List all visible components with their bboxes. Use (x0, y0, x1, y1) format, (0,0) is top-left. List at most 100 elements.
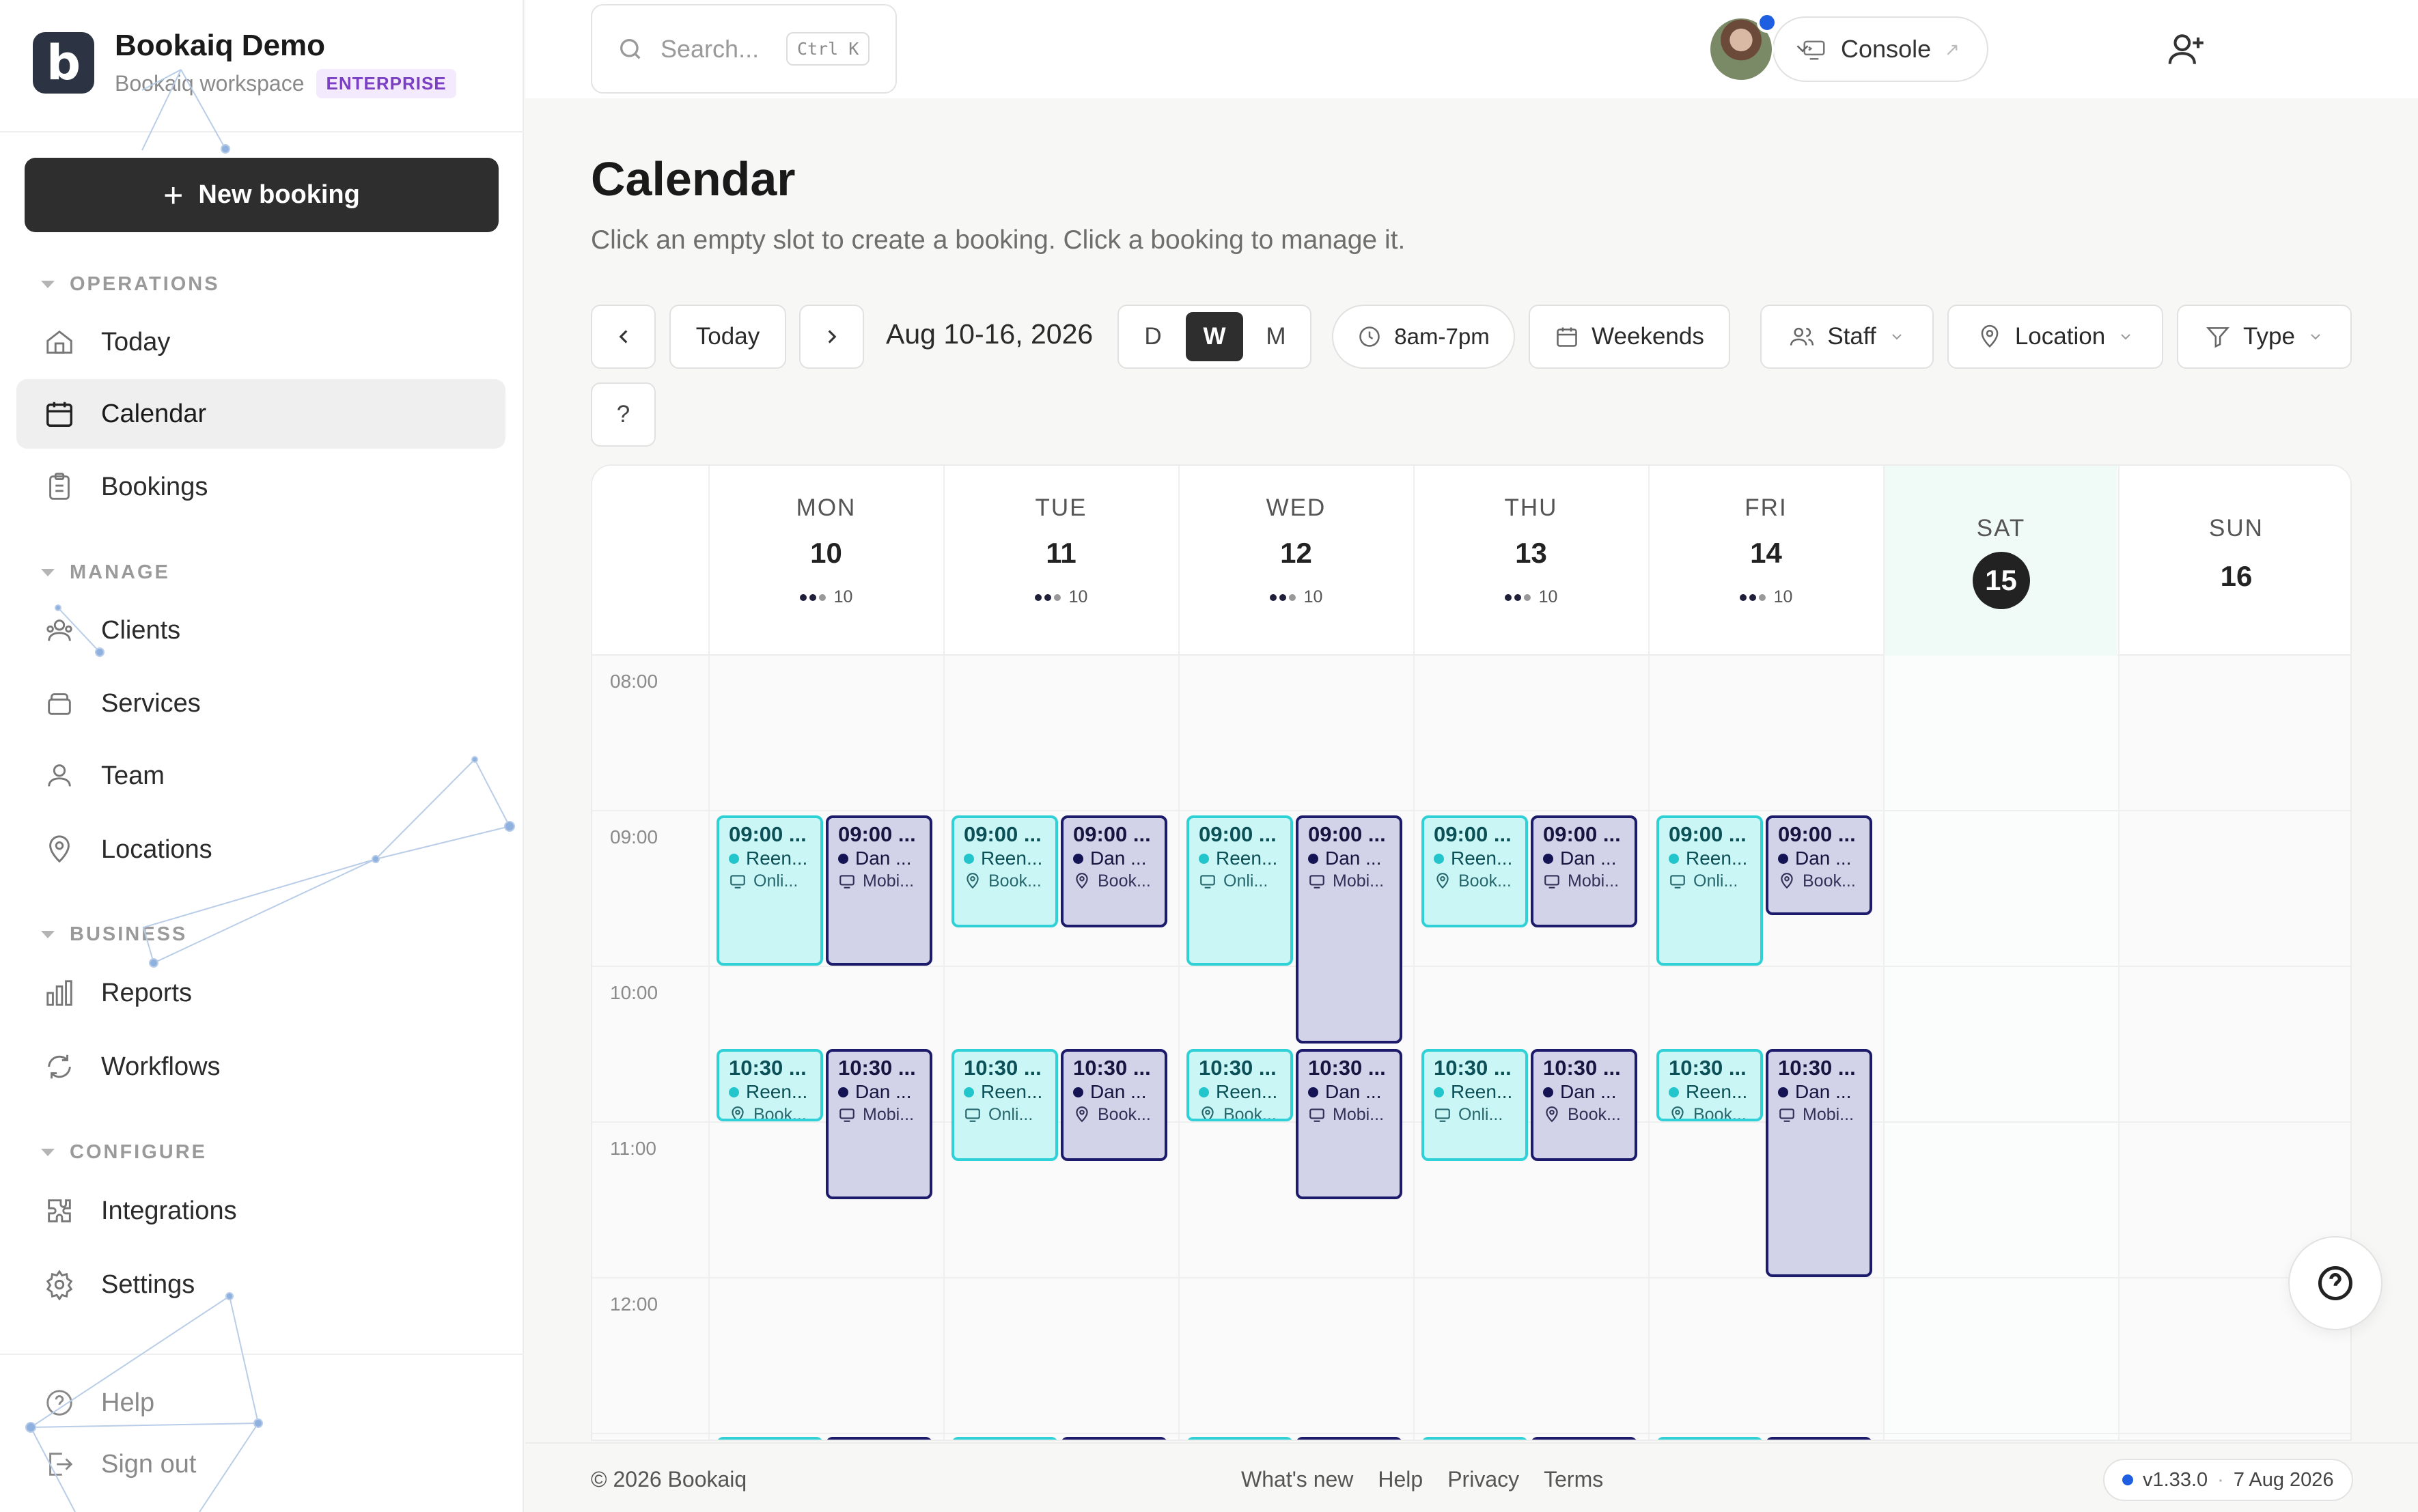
sidebar-item-services[interactable]: Services (16, 669, 505, 738)
search-input[interactable] (661, 34, 770, 64)
chevron-down-icon[interactable] (1792, 38, 1813, 59)
booking-event[interactable]: 10:30 ... Reen... Onli... (951, 1049, 1058, 1161)
booking-event[interactable]: 09:00 ... Dan ... Mobi... (826, 815, 932, 966)
chevron-down-icon (41, 1149, 55, 1156)
sidebar-item-reports[interactable]: Reports (16, 958, 505, 1028)
booking-event[interactable]: 10:30 ... Reen... Book... (717, 1049, 823, 1121)
booking-event[interactable]: 10:30 ... Reen... Onli... (1421, 1049, 1528, 1161)
weekends-toggle[interactable]: Weekends (1529, 305, 1730, 369)
help-fab-button[interactable] (2288, 1236, 2382, 1330)
booking-location: Onli... (729, 870, 811, 892)
prev-week-button[interactable] (591, 305, 656, 369)
sidebar-item-integrations[interactable]: Integrations (16, 1176, 505, 1246)
booking-event[interactable]: 09:00 ... Reen... Book... (951, 815, 1058, 927)
day-header-thu[interactable]: THU 13 10 (1413, 466, 1648, 656)
users-icon (46, 619, 72, 641)
sidebar-item-bookings[interactable]: Bookings (16, 452, 505, 522)
new-booking-button[interactable]: + New booking (25, 158, 499, 232)
plus-icon: + (163, 176, 184, 214)
booking-event[interactable] (1296, 1437, 1402, 1440)
help-link[interactable]: Help (1378, 1467, 1423, 1492)
view-week-button[interactable]: W (1186, 312, 1243, 361)
booking-event[interactable]: 09:00 ... Reen... Book... (1421, 815, 1528, 927)
booking-event[interactable]: 10:30 ... Reen... Book... (1656, 1049, 1763, 1121)
chevron-down-icon (2311, 334, 2320, 340)
booking-event[interactable] (826, 1437, 932, 1440)
calendar-header: MON 10 10 TUE 11 10 WED 12 10 THU 13 10 … (592, 466, 2350, 656)
section-operations[interactable]: OPERATIONS (41, 273, 220, 296)
sidebar-item-workflows[interactable]: Workflows (16, 1032, 505, 1102)
booking-event[interactable]: 10:30 ... Dan ... Mobi... (1766, 1049, 1872, 1277)
booking-event[interactable]: 09:00 ... Reen... Onli... (717, 815, 823, 966)
top-bar: Ctrl K Console ↗ (525, 0, 2418, 98)
team-icon (48, 764, 71, 787)
hour-row[interactable]: 08:00 (592, 656, 2350, 811)
booking-client: Dan ... (1308, 1080, 1390, 1104)
sidebar-item-clients[interactable]: Clients (16, 596, 505, 665)
sidebar-item-sign-out[interactable]: Sign out (16, 1430, 505, 1498)
booking-event[interactable] (1531, 1437, 1637, 1440)
view-month-button[interactable]: M (1247, 312, 1305, 361)
booking-event[interactable]: 10:30 ... Dan ... Mobi... (826, 1049, 932, 1199)
booking-event[interactable] (1766, 1437, 1872, 1440)
booking-event[interactable]: 10:30 ... Dan ... Mobi... (1296, 1049, 1402, 1199)
booking-event[interactable]: 10:30 ... Dan ... Book... (1531, 1049, 1637, 1161)
bar-chart-icon (46, 980, 72, 1006)
view-day-button[interactable]: D (1124, 312, 1182, 361)
map-pin-icon (967, 873, 979, 889)
sidebar-item-today[interactable]: Today (16, 307, 505, 377)
map-pin-icon (1781, 873, 1793, 889)
booking-event[interactable] (1656, 1437, 1763, 1440)
day-header-fri[interactable]: FRI 14 10 (1648, 466, 1882, 656)
external-link-icon: ↗ (1945, 38, 1960, 59)
booking-event[interactable] (951, 1437, 1058, 1440)
booking-event[interactable]: 09:00 ... Dan ... Mobi... (1296, 815, 1402, 1044)
monitor-icon (965, 1108, 980, 1122)
help-shortcuts-button[interactable]: ? (591, 382, 656, 447)
location-filter[interactable]: Location (1947, 305, 2163, 369)
booking-event[interactable]: 10:30 ... Dan ... Book... (1061, 1049, 1167, 1161)
booking-location: Book... (1199, 1104, 1281, 1119)
sidebar-item-team[interactable]: Team (16, 741, 505, 811)
map-pin-icon (1981, 324, 1999, 348)
hour-row[interactable]: 12:00 (592, 1278, 2350, 1434)
type-filter[interactable]: Type (2177, 305, 2352, 369)
monitor-icon (1544, 875, 1559, 888)
booking-event[interactable] (1061, 1437, 1167, 1440)
day-header-sat[interactable]: SAT 15 (1883, 466, 2117, 656)
booking-event[interactable]: 09:00 ... Dan ... Book... (1061, 815, 1167, 927)
sidebar-item-settings[interactable]: Settings (16, 1250, 505, 1319)
booking-client: Reen... (1434, 847, 1516, 870)
booking-time: 10:30 ... (838, 1056, 916, 1080)
search-box[interactable]: Ctrl K (591, 4, 897, 94)
sidebar-item-help[interactable]: Help (16, 1369, 505, 1437)
booking-event[interactable]: 09:00 ... Reen... Onli... (1656, 815, 1763, 966)
day-header-mon[interactable]: MON 10 10 (708, 466, 943, 656)
whats-new-link[interactable]: What's new (1241, 1467, 1353, 1492)
day-header-wed[interactable]: WED 12 10 (1178, 466, 1413, 656)
section-configure[interactable]: CONFIGURE (41, 1141, 207, 1164)
brand[interactable]: b Bookaiq Demo Bookaiq workspace ENTERPR… (33, 29, 641, 98)
add-user-icon[interactable] (2165, 29, 2207, 71)
staff-filter[interactable]: Staff (1760, 305, 1934, 369)
next-week-button[interactable] (799, 305, 864, 369)
booking-event[interactable] (1421, 1437, 1528, 1440)
today-button[interactable]: Today (669, 305, 786, 369)
booking-client: Dan ... (1073, 847, 1155, 870)
booking-event[interactable] (717, 1437, 823, 1440)
section-manage[interactable]: MANAGE (41, 561, 170, 584)
booking-event[interactable]: 09:00 ... Reen... Onli... (1186, 815, 1293, 966)
sidebar-item-locations[interactable]: Locations (16, 815, 505, 884)
booking-event[interactable]: 09:00 ... Dan ... Book... (1766, 815, 1872, 915)
day-header-sun[interactable]: SUN 16 (2118, 466, 2350, 656)
terms-link[interactable]: Terms (1544, 1467, 1603, 1492)
booking-event[interactable] (1186, 1437, 1293, 1440)
day-header-tue[interactable]: TUE 11 10 (943, 466, 1178, 656)
booking-event[interactable]: 10:30 ... Reen... Book... (1186, 1049, 1293, 1121)
hours-range-button[interactable]: 8am-7pm (1332, 305, 1515, 369)
privacy-link[interactable]: Privacy (1447, 1467, 1519, 1492)
page-title: Calendar (591, 152, 796, 206)
section-business[interactable]: BUSINESS (41, 923, 187, 946)
sidebar-item-calendar[interactable]: Calendar (16, 379, 505, 449)
booking-event[interactable]: 09:00 ... Dan ... Mobi... (1531, 815, 1637, 927)
